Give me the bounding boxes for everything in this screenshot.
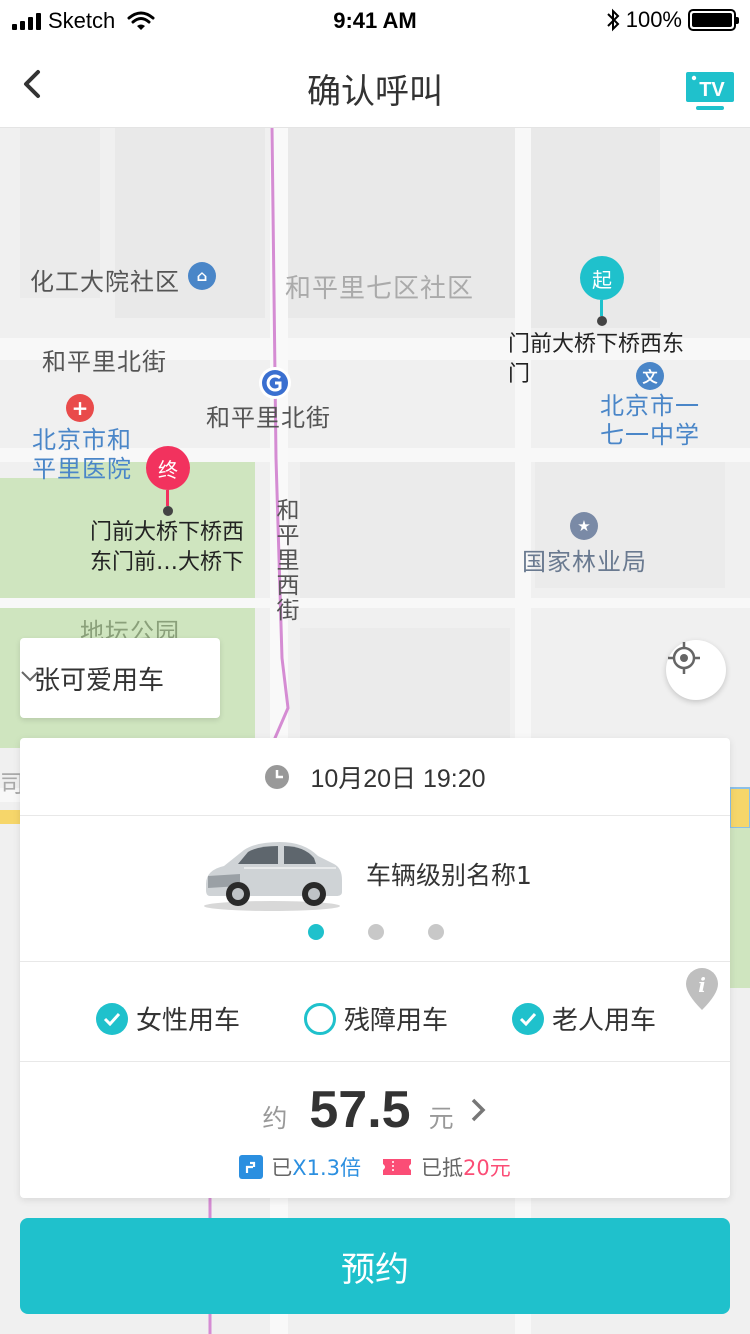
community-icon: ⌂: [188, 262, 216, 290]
vehicle-carousel[interactable]: 车辆级别名称1: [20, 816, 730, 962]
order-card: 10月20日 19:20 车辆级别名称1 i 女性用车 残障用车 老人用车 约 …: [20, 738, 730, 1198]
price-prefix: 约: [262, 1104, 288, 1133]
start-marker[interactable]: 起: [580, 256, 624, 326]
surge-multiplier: X1.3倍: [292, 1156, 362, 1180]
chevron-down-icon: [21, 671, 39, 682]
unchecked-icon: [304, 1002, 336, 1035]
map-label-heping-north-st-2: 和平里北街: [206, 404, 331, 432]
status-bar: Sketch 9:41 AM 100%: [0, 0, 750, 40]
map-label-chemical-community: 化工大院社区: [30, 268, 180, 296]
coupon-prefix: 已抵: [421, 1156, 464, 1180]
rider-select-label: 张可爱用车: [34, 665, 165, 696]
carousel-dot[interactable]: [368, 924, 384, 940]
end-marker[interactable]: 终: [146, 446, 190, 516]
booking-time: 10月20日 19:20: [310, 764, 486, 793]
map-label-hospital: 北京市和 平里医院: [32, 426, 132, 483]
start-marker-label: 门前大桥下桥西东 门: [508, 332, 685, 387]
option-female[interactable]: 女性用车: [96, 1000, 240, 1037]
rider-select[interactable]: 张可爱用车: [20, 638, 220, 718]
price-value: 57.5: [309, 1081, 411, 1139]
end-marker-label: 门前大桥下桥西 东门前…大桥下: [90, 520, 245, 575]
map-label-heping-7-community: 和平里七区社区: [285, 274, 475, 304]
tv-badge-text: TV: [699, 79, 725, 101]
surge-prefix: 已: [271, 1156, 293, 1180]
tv-icon[interactable]: TV: [686, 70, 734, 112]
price-unit: 元: [428, 1104, 454, 1133]
government-icon: ★: [570, 512, 598, 540]
hospital-icon: +: [66, 394, 94, 422]
time-row[interactable]: 10月20日 19:20: [20, 738, 730, 816]
nav-bar: 确认呼叫 TV: [0, 40, 750, 128]
end-badge: 终: [146, 446, 190, 490]
option-label: 女性用车: [136, 1006, 241, 1036]
coupon-icon: [383, 1159, 412, 1175]
check-icon: [512, 1002, 544, 1035]
option-label: 残障用车: [344, 1006, 449, 1036]
car-image: [204, 842, 342, 911]
page-title: 确认呼叫: [307, 72, 443, 112]
price-row[interactable]: 约 57.5 元 已X1.3倍 已抵20元: [20, 1062, 730, 1198]
map-label-heping-west-st: 和平里西街: [272, 498, 298, 623]
map-label-forestry-bureau: 国家林业局: [522, 548, 647, 576]
carousel-dot[interactable]: [428, 924, 444, 940]
battery-percent: 100%: [625, 7, 682, 32]
option-label: 老人用车: [552, 1006, 657, 1036]
vehicle-level-name: 车辆级别名称1: [366, 861, 532, 890]
clock-icon: [265, 764, 290, 789]
battery-icon: [688, 9, 739, 31]
option-disabled[interactable]: 残障用车: [304, 1000, 448, 1037]
locate-button[interactable]: [666, 640, 726, 700]
carousel-dot[interactable]: [308, 924, 324, 940]
map-label-school: 北京市一 七一中学: [600, 392, 700, 449]
book-button[interactable]: 预约: [20, 1218, 730, 1314]
surge-icon: [239, 1155, 264, 1179]
chevron-right-icon: [471, 1098, 486, 1122]
locate-icon: [668, 642, 700, 674]
bluetooth-icon: [607, 8, 620, 32]
map-label-heping-north-st-1: 和平里北街: [42, 348, 167, 376]
carousel-dots: [308, 924, 444, 940]
subway-station-icon: [259, 367, 291, 399]
coupon-amount: 20元: [463, 1156, 511, 1180]
options-row: 女性用车 残障用车 老人用车: [20, 962, 730, 1062]
check-icon: [96, 1002, 128, 1035]
start-badge: 起: [580, 256, 624, 300]
option-elderly[interactable]: 老人用车: [512, 1000, 656, 1037]
